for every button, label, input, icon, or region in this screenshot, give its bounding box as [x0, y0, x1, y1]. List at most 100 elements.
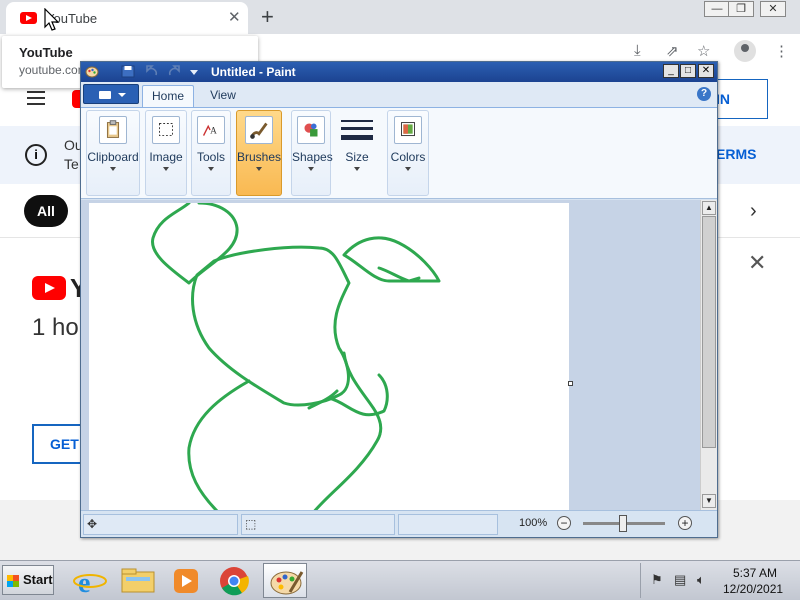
- brushes-dropdown-icon: [256, 167, 262, 171]
- shapes-dropdown-icon: [308, 167, 314, 171]
- shapes-icon: [297, 116, 325, 144]
- hover-card-url: youtube.com: [19, 63, 88, 77]
- image-label: Image: [149, 150, 183, 164]
- taskbar-chrome[interactable]: [212, 563, 256, 598]
- undo-icon[interactable]: [145, 65, 159, 78]
- clock-date[interactable]: 12/20/2021: [723, 582, 783, 596]
- minimize-button[interactable]: —: [704, 1, 730, 17]
- size-group[interactable]: Size: [337, 110, 377, 196]
- colors-group[interactable]: Colors: [387, 110, 429, 196]
- shapes-label: Shapes: [292, 150, 333, 164]
- paint-titlebar[interactable]: Untitled - Paint _ □ ✕: [81, 62, 717, 82]
- redo-icon[interactable]: [167, 65, 181, 78]
- brushes-group[interactable]: Brushes: [236, 110, 282, 196]
- get-button[interactable]: GET: [32, 424, 82, 464]
- paint-icon: [270, 571, 304, 595]
- star-icon[interactable]: ☆: [697, 42, 710, 60]
- chevron-right-icon[interactable]: ›: [750, 200, 757, 223]
- select-icon: [152, 116, 180, 144]
- action-center-icon[interactable]: ⚑: [651, 572, 663, 588]
- size-label: Size: [345, 150, 369, 164]
- scroll-thumb[interactable]: [702, 216, 716, 448]
- avatar[interactable]: [734, 40, 756, 62]
- paint-statusbar: ✥ ⬚ 100% − +: [81, 510, 717, 537]
- zoom-in-button[interactable]: +: [678, 516, 692, 530]
- brush-icon: [245, 116, 273, 144]
- image-size-cell: [398, 514, 498, 535]
- taskbar-paint[interactable]: [263, 563, 307, 598]
- clock-time[interactable]: 5:37 AM: [733, 566, 777, 580]
- zoom-slider-thumb[interactable]: [619, 515, 627, 532]
- paint-close-button[interactable]: ✕: [698, 64, 714, 78]
- info-icon: i: [25, 144, 47, 166]
- ribbon: Clipboard Image A Tools Brushes Shapes S…: [81, 107, 717, 199]
- browser-tab[interactable]: YouTube ✕: [6, 2, 248, 34]
- tab-view[interactable]: View: [200, 85, 246, 107]
- colors-icon: [394, 116, 422, 144]
- start-label: Start: [23, 572, 53, 587]
- clipboard-label: Clipboard: [87, 150, 139, 164]
- tab-home[interactable]: Home: [142, 85, 194, 107]
- chip-all[interactable]: All: [24, 195, 68, 227]
- drawing-canvas[interactable]: [89, 201, 569, 510]
- menu-icon[interactable]: [27, 91, 45, 105]
- help-icon[interactable]: ?: [697, 87, 711, 101]
- clipboard-group[interactable]: Clipboard: [86, 110, 140, 196]
- cursor-position-icon: ✥: [87, 517, 98, 531]
- paint-window: Untitled - Paint _ □ ✕ Home View ? Clipb…: [80, 61, 718, 538]
- paint-menu-button[interactable]: [83, 84, 139, 104]
- scroll-down-icon[interactable]: ▼: [702, 494, 716, 508]
- scroll-up-icon[interactable]: ▲: [702, 201, 716, 215]
- mouse-cursor-icon: [44, 8, 60, 31]
- clipboard-icon: [99, 116, 127, 144]
- selection-size-icon: ⬚: [245, 517, 257, 531]
- image-dropdown-icon: [163, 167, 169, 171]
- start-button[interactable]: Start: [2, 565, 54, 595]
- tab-close-icon[interactable]: ✕: [228, 8, 241, 26]
- youtube-promo-logo: [32, 276, 66, 300]
- taskbar-file-explorer[interactable]: [116, 563, 160, 598]
- zoom-level: 100%: [519, 517, 548, 529]
- paint-maximize-button[interactable]: □: [680, 64, 696, 78]
- close-icon[interactable]: ✕: [748, 250, 766, 276]
- clipboard-dropdown-icon: [110, 167, 116, 171]
- taskbar-internet-explorer[interactable]: e: [68, 563, 112, 599]
- selection-size-cell: [241, 514, 395, 535]
- maximize-button[interactable]: ❐: [728, 1, 754, 17]
- tools-dropdown-icon: [208, 167, 214, 171]
- close-window-button[interactable]: ✕: [760, 1, 786, 17]
- windows-logo-icon: [7, 575, 19, 587]
- paint-minimize-button[interactable]: _: [663, 64, 679, 78]
- terms-link[interactable]: ERMS: [716, 146, 756, 162]
- tools-group[interactable]: A Tools: [191, 110, 231, 196]
- colors-dropdown-icon: [405, 167, 411, 171]
- share-icon[interactable]: ⇗: [666, 42, 679, 60]
- svg-text:A: A: [210, 127, 217, 137]
- size-dropdown-icon: [354, 167, 360, 171]
- volume-icon[interactable]: 🔈︎: [697, 572, 705, 588]
- kebab-menu-icon[interactable]: ⋮: [774, 42, 789, 60]
- tools-icon: A: [197, 116, 225, 144]
- paint-app-icon[interactable]: [85, 65, 99, 78]
- zoom-out-button[interactable]: −: [557, 516, 571, 530]
- download-icon[interactable]: ⤓: [634, 42, 641, 59]
- taskbar: Start e ⚑ ▤ 🔈︎ 5:37 AM 12/20/2021: [0, 560, 800, 600]
- quick-access-dropdown-icon[interactable]: [187, 65, 201, 78]
- freehand-drawing: [151, 201, 441, 510]
- vertical-scrollbar[interactable]: ▲ ▼: [700, 200, 717, 510]
- media-player-icon: [174, 569, 198, 593]
- sign-in-button[interactable]: IN: [716, 79, 768, 119]
- new-tab-button[interactable]: +: [261, 4, 274, 30]
- canvas-resize-handle[interactable]: [568, 381, 573, 386]
- chrome-icon: [220, 567, 249, 596]
- taskbar-media-player[interactable]: [164, 563, 208, 598]
- paint-window-title: Untitled - Paint: [211, 65, 296, 79]
- tools-label: Tools: [196, 150, 225, 164]
- cursor-position-cell: [83, 514, 238, 535]
- shapes-group[interactable]: Shapes: [291, 110, 333, 196]
- network-icon[interactable]: ▤: [674, 572, 686, 588]
- ribbon-tab-bar: Home View ?: [81, 82, 717, 107]
- size-icon: [341, 120, 373, 140]
- image-group[interactable]: Image: [145, 110, 187, 196]
- save-icon[interactable]: [121, 65, 135, 78]
